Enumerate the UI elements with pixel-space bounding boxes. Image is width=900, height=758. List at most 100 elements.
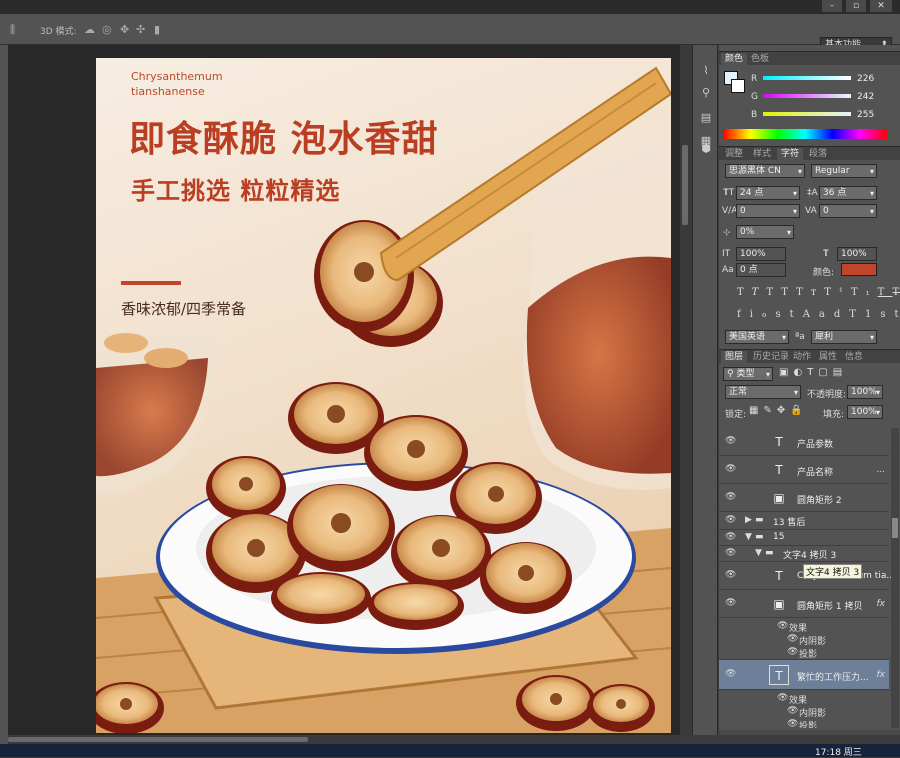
visibility-eye-icon[interactable]: 👁	[725, 548, 736, 558]
faux-bold-button[interactable]: T	[737, 287, 752, 298]
visibility-eye-icon[interactable]: 👁	[725, 515, 736, 525]
kerning-field[interactable]: 0	[736, 204, 800, 218]
swash-button[interactable]: ℴ	[762, 309, 776, 320]
horizontal-scrollbar[interactable]	[8, 735, 680, 744]
baseline-shift-field[interactable]: 0 点	[736, 263, 786, 277]
lock-all-icon[interactable]: 🔒	[790, 405, 807, 416]
tab-character[interactable]: 字符	[777, 148, 803, 161]
effect-eye-icon[interactable]: 👁	[787, 706, 798, 716]
tab-styles[interactable]: 样式	[749, 148, 775, 161]
visibility-eye-icon[interactable]: 👁	[725, 436, 736, 446]
visibility-eye-icon[interactable]: 👁	[725, 669, 736, 679]
fraction-button[interactable]: T	[849, 309, 865, 320]
horizontal-scale-field[interactable]: 100%	[837, 247, 877, 261]
effect-eye-icon[interactable]: 👁	[787, 719, 798, 728]
opacity-field[interactable]: 100%	[847, 385, 883, 399]
pixel-filter-icon[interactable]: ▣	[779, 367, 793, 378]
visibility-eye-icon[interactable]: 👁	[725, 598, 736, 608]
group-row[interactable]: 👁 ▼ ▬ 文字4 拷贝 3	[719, 546, 889, 562]
faux-italic-button[interactable]: T	[752, 287, 767, 298]
strikethrough-button[interactable]: T	[893, 287, 900, 298]
tab-paragraph[interactable]: 段落	[805, 148, 831, 161]
tab-color[interactable]: 颜色	[721, 53, 747, 66]
3d-scale-icon[interactable]: ▮	[154, 23, 168, 36]
visibility-eye-icon[interactable]: 👁	[725, 492, 736, 502]
font-style-select[interactable]: Regular	[811, 164, 877, 178]
g-value[interactable]: 242	[853, 90, 885, 104]
background-color-swatch[interactable]	[731, 79, 745, 93]
vertical-scale-field[interactable]: 100%	[736, 247, 786, 261]
restore-button[interactable]: ▫	[846, 0, 866, 12]
visibility-eye-icon[interactable]: 👁	[725, 532, 736, 542]
color-spectrum[interactable]	[723, 129, 887, 139]
ordinal-button[interactable]: ad	[819, 309, 849, 320]
vertical-scrollbar[interactable]	[680, 45, 690, 737]
brush-settings-icon[interactable]: ⚲	[698, 85, 714, 101]
superscript-button[interactable]: T¹	[824, 287, 851, 298]
group-row[interactable]: 👁 ▼ ▬ 15	[719, 530, 889, 546]
text-color-swatch[interactable]	[841, 263, 877, 276]
subscript-button[interactable]: T₁	[851, 287, 878, 298]
blend-mode-select[interactable]: 正常	[725, 385, 801, 399]
layer-row-selected[interactable]: 👁 T 繁忙的工作压力... fx	[719, 660, 889, 690]
lock-pixels-icon[interactable]: ▦	[749, 405, 763, 416]
fx-badge[interactable]: fx	[877, 670, 886, 680]
tracking-field[interactable]: 0	[819, 204, 877, 218]
expand-arrow-icon[interactable]: ▶	[745, 515, 752, 525]
visibility-eye-icon[interactable]: 👁	[725, 570, 736, 580]
3d-orbit-icon[interactable]: ☁	[84, 23, 98, 36]
leading-field[interactable]: 36 点	[819, 186, 877, 200]
3d-icon[interactable]: ⬢	[698, 141, 714, 157]
fx-badge[interactable]: fx	[877, 599, 886, 609]
horizontal-scroll-thumb[interactable]	[8, 737, 308, 742]
smart-filter-icon[interactable]: ▤	[833, 367, 847, 378]
layer-row[interactable]: 👁 T 产品名称 ...	[719, 456, 889, 484]
text-filter-icon[interactable]: T	[807, 367, 818, 378]
antialias-select[interactable]: 犀利	[811, 330, 877, 344]
small-caps-button[interactable]: Tт	[796, 287, 824, 298]
effect-eye-icon[interactable]: 👁	[777, 621, 788, 631]
tab-actions[interactable]: 动作	[789, 351, 815, 364]
history-icon[interactable]: ▤	[698, 110, 714, 126]
3d-drag-icon[interactable]: ✥	[120, 23, 134, 36]
lock-move-icon[interactable]: ✥	[777, 405, 790, 416]
titling-button[interactable]: A	[803, 309, 819, 320]
layer-row[interactable]: 👁 ▣ 圆角矩形 1 拷贝 fx	[719, 590, 889, 618]
r-value[interactable]: 226	[853, 72, 885, 86]
b-value[interactable]: 255	[853, 108, 885, 122]
tab-swatches[interactable]: 色板	[747, 53, 773, 66]
ordinals-button[interactable]: 1st	[865, 309, 900, 320]
layer-row[interactable]: 👁 T 产品参数	[719, 428, 889, 456]
font-size-field[interactable]: 24 点	[736, 186, 800, 200]
panel-toggle-icon[interactable]: ⫼	[10, 23, 24, 36]
tab-info[interactable]: 信息	[841, 351, 867, 364]
all-caps-button[interactable]: TT	[766, 287, 796, 298]
3d-slide-icon[interactable]: ✣	[136, 23, 150, 36]
visibility-eye-icon[interactable]: 👁	[725, 464, 736, 474]
group-row[interactable]: 👁 ▶ ▬ 13 售后	[719, 512, 889, 530]
minimize-button[interactable]: –	[822, 0, 842, 12]
tab-properties[interactable]: 属性	[815, 351, 841, 364]
lock-paint-icon[interactable]: ✎	[763, 405, 776, 416]
layer-filter-select[interactable]: ⚲ 类型	[723, 367, 773, 381]
font-family-select[interactable]: 思源黑体 CN	[725, 164, 805, 178]
vertical-scroll-thumb[interactable]	[682, 145, 688, 225]
effect-eye-icon[interactable]: 👁	[777, 693, 788, 703]
tsume-field[interactable]: 0%	[736, 225, 794, 239]
tab-adjustments[interactable]: 调整	[721, 148, 747, 161]
stylistic-button[interactable]: st	[776, 309, 803, 320]
tab-history[interactable]: 历史记录	[749, 351, 793, 364]
3d-roll-icon[interactable]: ◎	[102, 23, 116, 36]
adjust-filter-icon[interactable]: ◐	[793, 367, 807, 378]
layer-row[interactable]: 👁 T Chrysanthemum tia... 文字4 拷贝 3	[719, 562, 889, 590]
tab-layers[interactable]: 图层	[721, 351, 747, 364]
ligature-button[interactable]: fi	[737, 309, 762, 320]
layers-scroll-thumb[interactable]	[892, 518, 898, 538]
brush-preset-icon[interactable]: ⌇	[698, 63, 714, 79]
canvas[interactable]: Chrysanthemum tianshanense 即食酥脆 泡水香甜 手工挑…	[96, 58, 671, 733]
effect-eye-icon[interactable]: 👁	[787, 634, 798, 644]
effect-eye-icon[interactable]: 👁	[787, 647, 798, 657]
b-slider[interactable]	[763, 112, 851, 116]
r-slider[interactable]	[763, 76, 851, 80]
shape-filter-icon[interactable]: ▢	[818, 367, 832, 378]
